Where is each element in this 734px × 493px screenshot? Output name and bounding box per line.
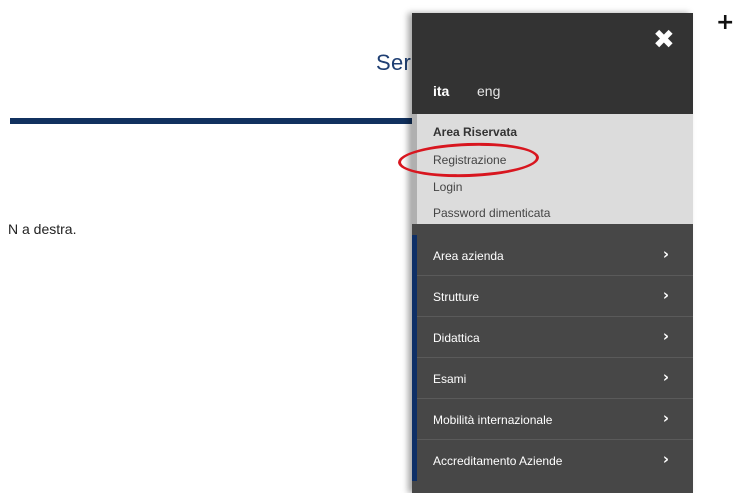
reserved-area-heading: Area Riservata (433, 125, 518, 139)
nav-item-mobilita-internazionale[interactable]: Mobilità internazionale › (417, 399, 693, 440)
login-link[interactable]: Login (433, 180, 462, 194)
nav-item-strutture[interactable]: Strutture › (417, 276, 693, 317)
menu-header: ✖ ita eng (412, 13, 693, 114)
page-title: Ser (376, 50, 412, 75)
chevron-right-icon: › (662, 245, 669, 263)
instruction-text: N a destra. (8, 221, 77, 237)
chevron-right-icon: › (662, 450, 669, 468)
language-eng[interactable]: eng (477, 83, 500, 99)
nav-item-label: Area azienda (433, 249, 504, 263)
main-nav: Area azienda › Strutture › Didattica › E… (412, 235, 693, 481)
nav-item-label: Esami (433, 372, 467, 386)
close-icon[interactable]: ✖ (653, 27, 675, 53)
chevron-right-icon: › (662, 409, 669, 427)
nav-item-esami[interactable]: Esami › (417, 358, 693, 399)
chevron-right-icon: › (662, 286, 669, 304)
nav-item-didattica[interactable]: Didattica › (417, 317, 693, 358)
side-menu: ✖ ita eng Area Riservata Registrazione L… (412, 13, 693, 493)
chevron-right-icon: › (662, 327, 669, 345)
nav-item-area-azienda[interactable]: Area azienda › (417, 235, 693, 276)
page: Ser N a destra. + ✖ ita eng Area Riserva… (0, 0, 734, 493)
nav-item-label: Didattica (433, 331, 480, 345)
forgot-password-link[interactable]: Password dimenticata (433, 206, 550, 220)
chevron-right-icon: › (662, 368, 669, 386)
nav-item-label: Accreditamento Aziende (433, 454, 563, 468)
language-ita[interactable]: ita (433, 83, 449, 99)
plus-icon[interactable]: + (716, 10, 734, 35)
nav-item-label: Mobilità internazionale (433, 413, 553, 427)
nav-item-label: Strutture (433, 290, 480, 304)
title-divider (10, 118, 414, 124)
nav-item-accreditamento-aziende[interactable]: Accreditamento Aziende › (417, 440, 693, 481)
